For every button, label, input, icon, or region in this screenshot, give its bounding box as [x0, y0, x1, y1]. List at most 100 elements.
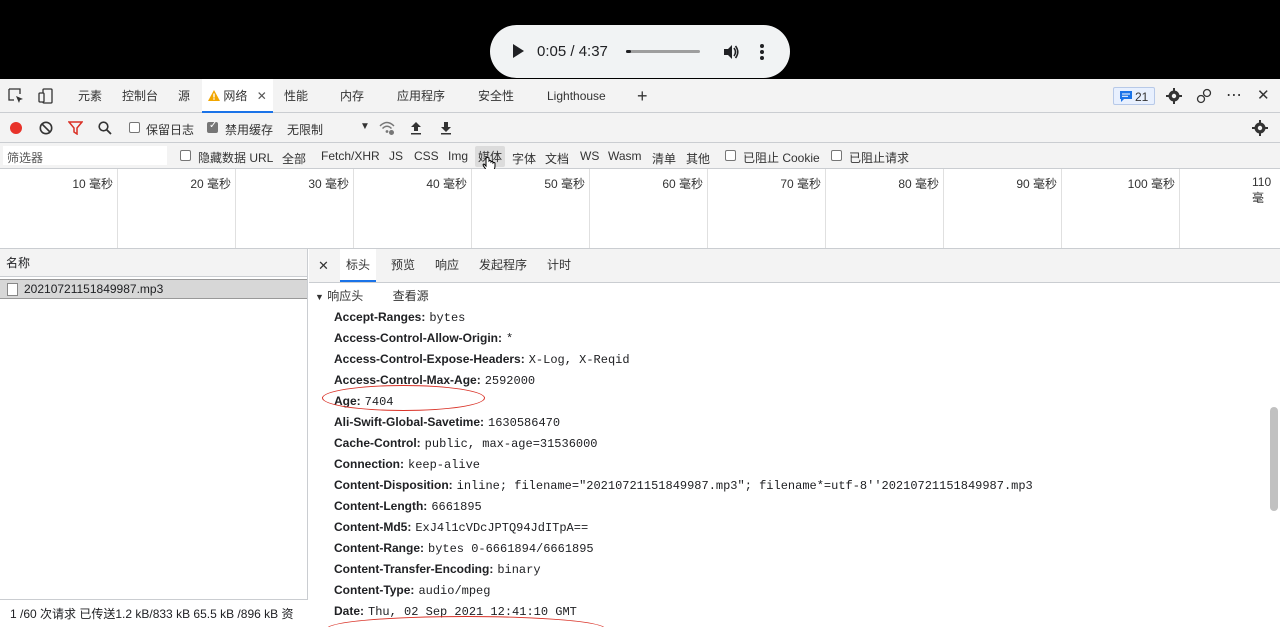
filter-type-fetch-xhr[interactable]: Fetch/XHR — [321, 149, 380, 163]
network-conditions-icon[interactable] — [379, 120, 395, 136]
tab-initiator[interactable]: 发起程序 — [479, 249, 527, 282]
devtools-panel: 元素 控制台 源 网络 ✕ 性能 内存 应用程序 安全性 Lighthouse … — [0, 79, 1280, 627]
add-tab-icon[interactable]: + — [637, 79, 648, 113]
tab-lighthouse[interactable]: Lighthouse — [547, 79, 606, 113]
detail-tabbar: ✕ 标头 预览 响应 发起程序 计时 — [309, 249, 1280, 283]
tab-sources[interactable]: 源 — [178, 79, 190, 113]
filter-input[interactable]: 筛选器 — [3, 146, 167, 165]
filter-type-js[interactable]: JS — [389, 149, 403, 163]
message-icon — [1120, 91, 1132, 102]
timeline-tick: 70 毫秒 — [708, 169, 826, 248]
blocked-requests-checkbox[interactable] — [831, 150, 842, 161]
filter-type-other[interactable]: 其他 — [686, 150, 710, 167]
header-row: Access-Control-Allow-Origin: * — [334, 331, 514, 346]
record-icon[interactable] — [9, 121, 23, 135]
filter-type-all[interactable]: 全部 — [282, 150, 306, 167]
filter-type-doc[interactable]: 文档 — [545, 150, 569, 167]
search-icon[interactable] — [98, 121, 112, 135]
close-tab-icon[interactable]: ✕ — [257, 89, 267, 103]
request-name: 20210721151849987.mp3 — [24, 282, 164, 296]
request-list: 名称 20210721151849987.mp3 1 /60 次请求 已传送1.… — [0, 249, 308, 627]
view-source-link[interactable]: 查看源 — [393, 289, 429, 303]
device-toolbar-icon[interactable] — [38, 88, 54, 104]
tab-network[interactable]: 网络 ✕ — [202, 79, 273, 113]
tab-security[interactable]: 安全性 — [478, 79, 514, 113]
tab-memory[interactable]: 内存 — [340, 79, 364, 113]
header-row: Content-Range: bytes 0-6661894/6661895 — [334, 541, 594, 556]
header-row: Cache-Control: public, max-age=31536000 — [334, 436, 598, 451]
annotation-oval-accept-ranges — [322, 385, 485, 411]
request-details: ✕ 标头 预览 响应 发起程序 计时 ▼ 响应头 查看源 Accept-Rang… — [309, 249, 1280, 627]
response-header-list: Accept-Ranges: bytes Access-Control-Allow… — [334, 307, 1033, 622]
export-har-icon[interactable] — [440, 121, 452, 135]
status-summary: 1 /60 次请求 已传送1.2 kB/833 kB 65.5 kB /896 … — [0, 599, 308, 627]
tab-console[interactable]: 控制台 — [122, 79, 158, 113]
tab-timing[interactable]: 计时 — [547, 249, 571, 282]
close-details-icon[interactable]: ✕ — [318, 249, 329, 282]
playback-time: 0:05 / 4:37 — [537, 43, 608, 60]
header-row: Access-Control-Expose-Headers: X-Log, X-R… — [334, 352, 630, 367]
filter-type-manifest[interactable]: 清单 — [652, 150, 676, 167]
timeline-tick: 20 毫秒 — [118, 169, 236, 248]
response-headers-section[interactable]: ▼ 响应头 查看源 — [315, 287, 429, 304]
more-menu-icon[interactable]: ⋯ — [1226, 79, 1243, 113]
filter-type-img[interactable]: Img — [448, 149, 468, 163]
table-row[interactable]: 20210721151849987.mp3 — [0, 279, 307, 299]
tab-response[interactable]: 响应 — [435, 249, 459, 282]
tab-headers[interactable]: 标头 — [340, 249, 377, 282]
remote-devices-icon[interactable] — [1196, 88, 1212, 104]
timeline-tick: 90 毫秒 — [944, 169, 1062, 248]
filter-type-ws[interactable]: WS — [580, 149, 599, 163]
filter-icon[interactable] — [68, 121, 83, 135]
throttle-select[interactable]: 无限制 — [287, 121, 323, 138]
column-header-name[interactable]: 名称 — [0, 249, 307, 277]
disable-cache-checkbox[interactable] — [207, 120, 218, 133]
header-row: Content-Transfer-Encoding: binary — [334, 562, 541, 577]
audio-player: 0:05 / 4:37 — [490, 25, 790, 78]
import-har-icon[interactable] — [410, 121, 422, 135]
scrollbar[interactable] — [1270, 407, 1278, 511]
inspect-element-icon[interactable] — [8, 88, 24, 104]
settings-icon[interactable] — [1166, 88, 1182, 104]
timeline-tick: 40 毫秒 — [354, 169, 472, 248]
header-row: Connection: keep-alive — [334, 457, 481, 472]
clear-icon[interactable] — [39, 121, 53, 135]
tab-preview[interactable]: 预览 — [391, 249, 415, 282]
network-settings-icon[interactable] — [1252, 120, 1268, 136]
more-options-icon[interactable] — [758, 43, 766, 61]
header-row: Content-Type: audio/mpeg — [334, 583, 491, 598]
timeline-tick: 110 毫 — [1252, 175, 1272, 205]
timeline-tick: 50 毫秒 — [472, 169, 590, 248]
preserve-log-label: 保留日志 — [146, 123, 195, 137]
issues-badge[interactable]: 21 — [1113, 87, 1155, 105]
triangle-down-icon: ▼ — [315, 292, 324, 302]
header-row: Content-Length: 6661895 — [334, 499, 482, 514]
volume-icon[interactable] — [722, 43, 740, 61]
filter-type-css[interactable]: CSS — [414, 149, 439, 163]
hide-data-url-checkbox[interactable] — [180, 150, 191, 161]
filter-type-wasm[interactable]: Wasm — [608, 149, 642, 163]
tab-elements[interactable]: 元素 — [78, 79, 102, 113]
header-row: Ali-Swift-Global-Savetime: 1630586470 — [334, 415, 561, 430]
warning-icon — [208, 90, 220, 101]
hide-data-url-label: 隐藏数据 URL — [198, 151, 274, 165]
section-title: 响应头 — [327, 289, 364, 303]
blocked-cookies-checkbox[interactable] — [725, 150, 736, 161]
preserve-log-checkbox[interactable] — [129, 122, 140, 133]
file-icon — [7, 283, 18, 296]
filter-placeholder: 筛选器 — [7, 151, 44, 165]
media-player-area: 0:05 / 4:37 — [0, 0, 1280, 79]
header-row: Content-Md5: ExJ4l1cVDcJPTQ94JdITpA== — [334, 520, 589, 535]
tab-performance[interactable]: 性能 — [284, 79, 308, 113]
tab-application[interactable]: 应用程序 — [397, 79, 445, 113]
play-icon[interactable] — [510, 43, 526, 59]
seek-slider[interactable] — [626, 50, 700, 53]
disable-cache-label: 禁用缓存 — [225, 123, 274, 137]
close-devtools-icon[interactable]: ✕ — [1257, 79, 1270, 113]
timeline-tick: 80 毫秒 — [826, 169, 944, 248]
chevron-down-icon[interactable]: ▼ — [360, 121, 370, 132]
filter-type-font[interactable]: 字体 — [512, 150, 536, 167]
header-row: Accept-Ranges: bytes — [334, 310, 466, 325]
filter-bar: 筛选器 隐藏数据 URL 全部 Fetch/XHR JS CSS Img 媒体 … — [0, 143, 1280, 172]
timeline-overview[interactable]: 10 毫秒 20 毫秒 30 毫秒 40 毫秒 50 毫秒 60 毫秒 70 毫… — [0, 169, 1280, 249]
